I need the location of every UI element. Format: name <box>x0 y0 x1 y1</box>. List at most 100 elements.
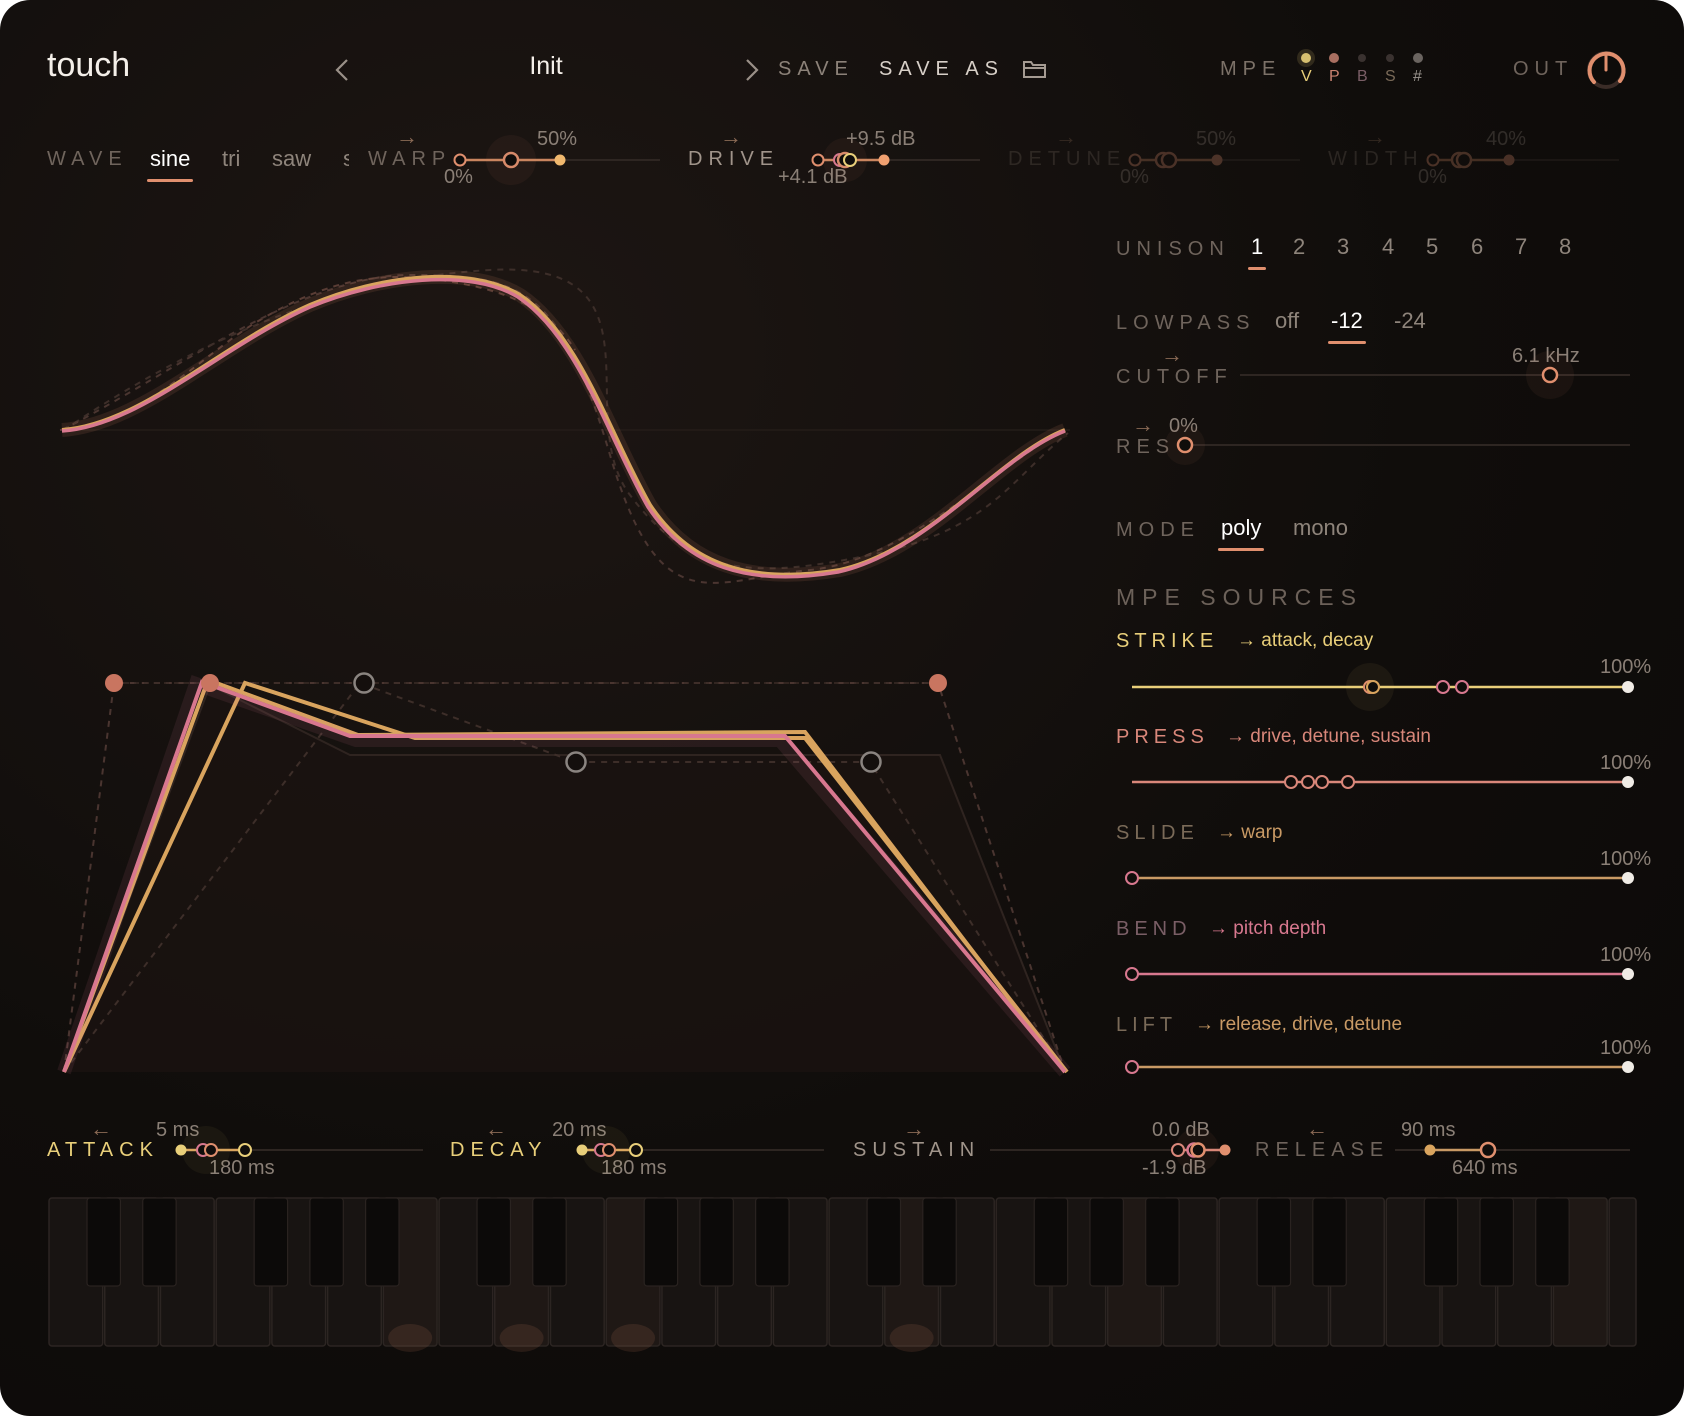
folder-icon <box>1023 61 1046 78</box>
lift-slider-graphic <box>1125 1060 1634 1074</box>
mpe-v: V <box>1301 68 1312 85</box>
release-mod-value: 640 ms <box>1452 1157 1518 1179</box>
black-key[interactable] <box>309 1197 344 1287</box>
unison-option-6[interactable]: 6 <box>1471 234 1483 260</box>
black-key[interactable] <box>1312 1197 1347 1287</box>
black-key[interactable] <box>699 1197 734 1287</box>
preset-name[interactable]: Init <box>440 52 652 81</box>
width-direction-arrow[interactable]: → <box>1364 124 1386 150</box>
width-label: WIDTH <box>1328 148 1424 170</box>
res-slider[interactable] <box>1165 425 1630 465</box>
mpe-sources-title: MPE SOURCES <box>1116 584 1363 610</box>
mode-option-poly[interactable]: poly <box>1217 515 1265 551</box>
unison-option-2[interactable]: 2 <box>1293 234 1305 260</box>
black-key[interactable] <box>866 1197 902 1287</box>
key-glow <box>889 1324 934 1352</box>
unison-option-3[interactable]: 3 <box>1337 234 1349 260</box>
detune-slider[interactable] <box>1125 150 1300 170</box>
waveform-display[interactable] <box>50 255 1080 595</box>
slide-targets[interactable]: → warp <box>1217 822 1282 844</box>
unison-option-5[interactable]: 5 <box>1426 234 1438 260</box>
release-slider-graphic <box>1395 1141 1630 1159</box>
lift-slider[interactable] <box>1125 1057 1635 1077</box>
lift-targets[interactable]: → release, drive, detune <box>1195 1014 1402 1036</box>
attack-slider-graphic <box>175 1126 423 1174</box>
width-value: 40% <box>1486 128 1527 150</box>
strike-slider[interactable] <box>1130 663 1635 711</box>
release-slider[interactable] <box>1395 1140 1630 1160</box>
press-targets[interactable]: → drive, detune, sustain <box>1226 726 1431 748</box>
preset-next-button[interactable] <box>736 54 766 86</box>
mpe-hash: # <box>1413 68 1422 85</box>
detune-direction-arrow[interactable]: → <box>1055 124 1077 150</box>
white-key[interactable] <box>1608 1197 1637 1347</box>
key-glow <box>388 1324 433 1352</box>
strike-targets[interactable]: → attack, decay <box>1237 630 1373 652</box>
black-key[interactable] <box>476 1197 512 1287</box>
waveform-graphic <box>59 268 1070 584</box>
strike-slider-graphic <box>1132 663 1634 711</box>
lowpass-option-24[interactable]: -24 <box>1394 308 1426 334</box>
cutoff-direction-arrow[interactable]: → <box>1161 342 1183 368</box>
black-key[interactable] <box>1256 1197 1292 1287</box>
cutoff-slider[interactable] <box>1240 351 1630 399</box>
black-key[interactable] <box>922 1197 957 1287</box>
save-as-button[interactable]: SAVE AS <box>879 58 1004 81</box>
bend-targets[interactable]: → pitch depth <box>1209 918 1326 940</box>
wave-label: WAVE <box>47 148 128 170</box>
mode-option-mono[interactable]: mono <box>1293 515 1348 541</box>
bend-slider[interactable] <box>1125 964 1635 984</box>
unison-option-4[interactable]: 4 <box>1382 234 1394 260</box>
slide-slider[interactable] <box>1125 868 1635 888</box>
res-direction-arrow[interactable]: → <box>1132 412 1154 438</box>
decay-slider[interactable] <box>574 1126 824 1174</box>
black-key[interactable] <box>1423 1197 1459 1287</box>
warp-label: WARP <box>368 148 452 170</box>
black-key[interactable] <box>86 1197 122 1287</box>
output-knob[interactable] <box>1584 48 1628 92</box>
wave-option-tri[interactable]: tri <box>222 146 240 172</box>
release-value: 90 ms <box>1401 1119 1456 1141</box>
wave-option-saw[interactable]: saw <box>272 146 311 172</box>
black-key[interactable] <box>1033 1197 1069 1287</box>
warp-slider[interactable] <box>450 135 660 185</box>
envelope-display[interactable] <box>50 660 1080 1090</box>
keyboard[interactable] <box>48 1197 1637 1352</box>
black-key[interactable] <box>1145 1197 1180 1287</box>
black-key[interactable] <box>142 1197 177 1287</box>
sustain-slider[interactable] <box>990 1128 1240 1172</box>
open-folder-button[interactable] <box>1022 56 1048 82</box>
drive-direction-arrow[interactable]: → <box>720 124 742 150</box>
unison-option-1[interactable]: 1 <box>1247 234 1267 270</box>
drive-slider[interactable] <box>808 138 980 182</box>
lowpass-option-12[interactable]: -12 <box>1328 308 1366 344</box>
lowpass-option-off[interactable]: off <box>1275 308 1299 334</box>
sustain-slider-graphic <box>990 1128 1231 1172</box>
mpe-p: P <box>1329 68 1340 85</box>
black-key[interactable] <box>365 1197 400 1287</box>
cutoff-label: CUTOFF <box>1116 366 1233 388</box>
wave-option-sine[interactable]: sine <box>146 146 194 182</box>
black-key[interactable] <box>1089 1197 1124 1287</box>
unison-option-8[interactable]: 8 <box>1559 234 1571 260</box>
unison-option-7[interactable]: 7 <box>1515 234 1527 260</box>
black-key[interactable] <box>253 1197 289 1287</box>
black-key[interactable] <box>1479 1197 1515 1287</box>
wave-option-square[interactable]: s <box>343 146 349 172</box>
black-key[interactable] <box>532 1197 567 1287</box>
save-button[interactable]: SAVE <box>778 58 854 81</box>
press-slider[interactable] <box>1130 772 1635 792</box>
width-slider[interactable] <box>1423 150 1619 170</box>
warp-direction-arrow[interactable]: → <box>396 124 418 150</box>
mpe-s: S <box>1385 68 1396 85</box>
black-key[interactable] <box>755 1197 790 1287</box>
res-slider-graphic <box>1165 425 1630 465</box>
preset-prev-button[interactable] <box>328 54 358 86</box>
black-key[interactable] <box>1535 1197 1570 1287</box>
drive-slider-graphic <box>811 138 980 182</box>
attack-slider[interactable] <box>173 1126 423 1174</box>
mpe-label: MPE <box>1220 58 1282 80</box>
decay-label: DECAY <box>450 1139 548 1161</box>
key-glow <box>499 1324 544 1352</box>
black-key[interactable] <box>643 1197 679 1287</box>
